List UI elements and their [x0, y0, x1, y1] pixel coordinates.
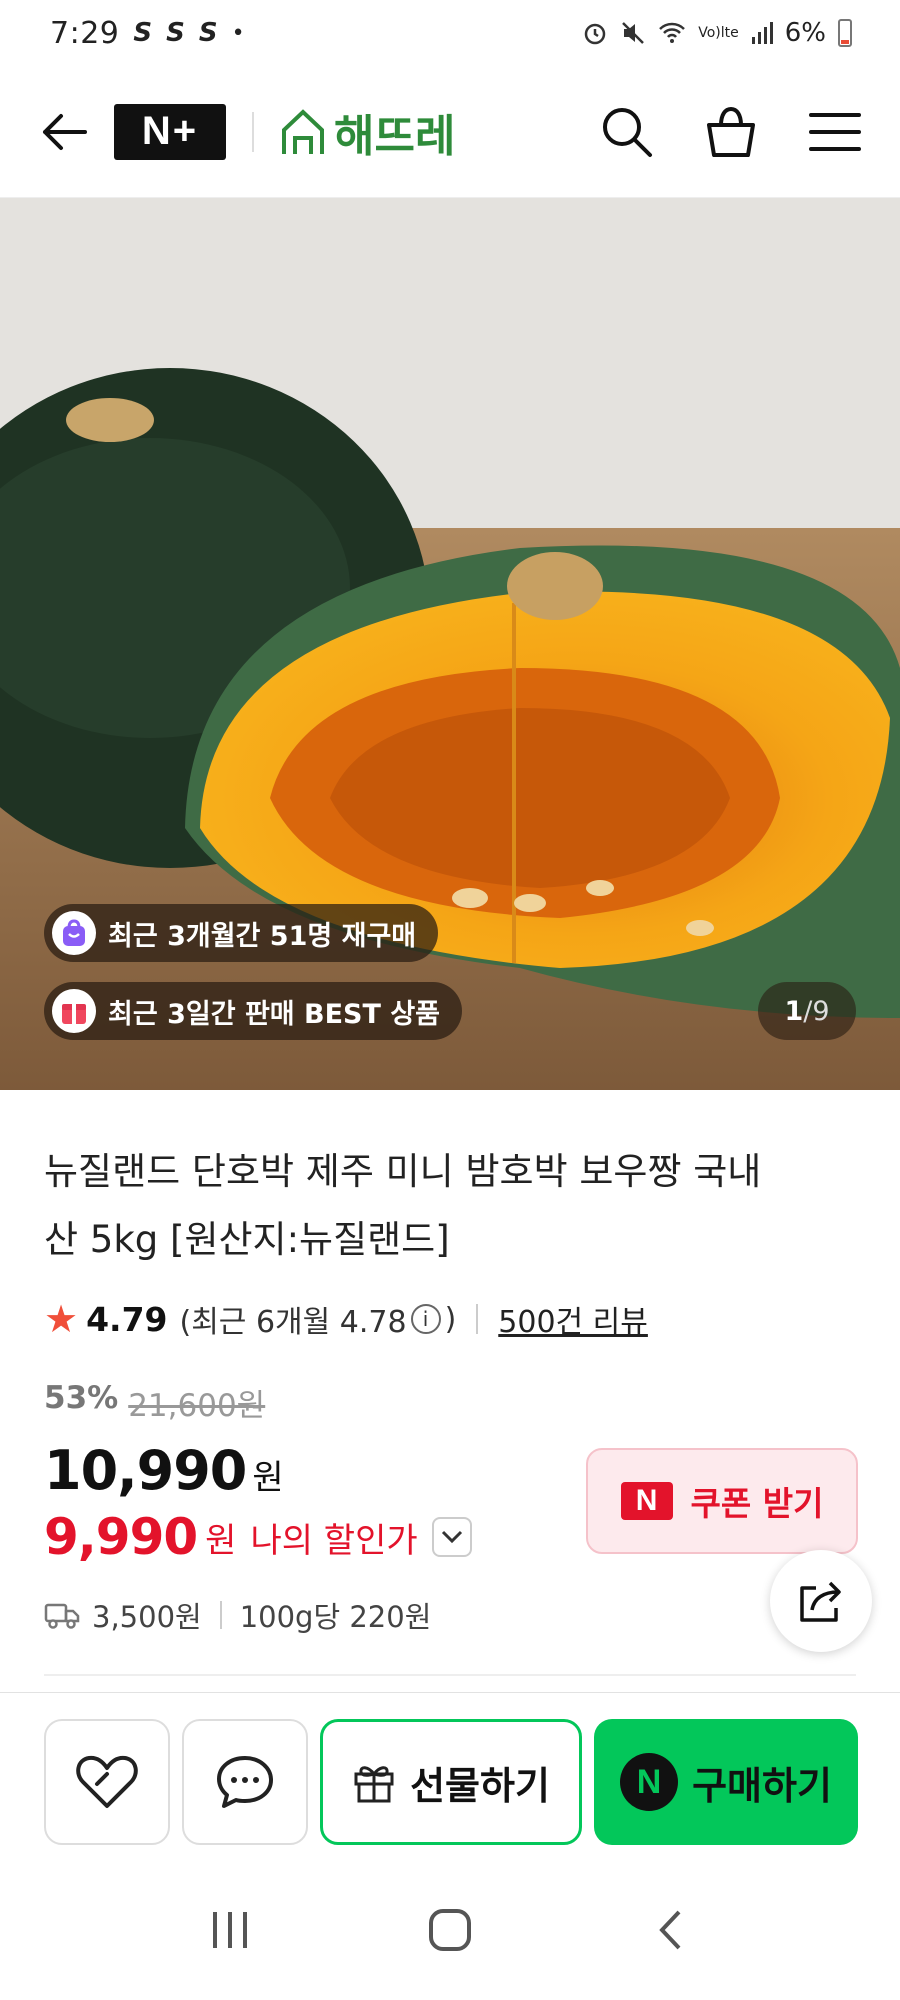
arrow-left-icon	[43, 113, 87, 150]
recent-apps-button[interactable]	[190, 1890, 270, 1970]
shopping-bag-badge-icon	[52, 911, 96, 955]
unit-price: 100g당 220원	[239, 1600, 432, 1634]
product-info: 뉴질랜드 단호박 제주 미니 밤호박 보우짱 국내산 5kg [원산지:뉴질랜드…	[0, 1090, 900, 1636]
image-counter-current: 1	[784, 995, 804, 1027]
star-icon: ★	[44, 1297, 79, 1341]
notification-icon: S	[198, 18, 218, 48]
naver-coupon-icon: N	[620, 1482, 673, 1520]
rating-score: 4.79	[86, 1299, 168, 1339]
status-time: 7:29	[50, 15, 120, 51]
wifi-icon	[659, 22, 686, 43]
get-coupon-button[interactable]: N 쿠폰 받기	[586, 1448, 858, 1554]
image-counter-total: 9	[812, 995, 830, 1027]
house-logo-icon	[282, 108, 324, 154]
gift-label: 선물하기	[410, 1763, 550, 1808]
product-image-gallery[interactable]: 최근 3개월간 51명 재구매 최근 3일간 판매 BEST 상품 1 / 9	[0, 198, 900, 1090]
battery-percent: 6%	[784, 18, 826, 48]
back-button[interactable]	[36, 104, 92, 160]
buy-label: 구매하기	[692, 1763, 832, 1808]
app-header: N+ 해뜨레	[0, 66, 900, 198]
cart-button[interactable]	[702, 103, 760, 161]
best-seller-text: 최근 3일간 판매 BEST 상품	[108, 998, 440, 1030]
recent-rating-close: )	[444, 1301, 457, 1337]
wishlist-button[interactable]	[44, 1719, 170, 1845]
shipping-divider	[219, 1601, 222, 1629]
battery-icon	[838, 19, 852, 47]
naver-plus-store-logo[interactable]: N+	[114, 103, 226, 160]
image-counter: 1 / 9	[758, 982, 856, 1040]
shipping-fee: 3,500원	[92, 1600, 202, 1634]
notification-icon: S	[166, 18, 185, 48]
system-nav-bar	[0, 1860, 900, 2000]
rating-divider	[476, 1304, 479, 1334]
repurchase-badge: 최근 3개월간 51명 재구매	[44, 904, 439, 962]
rating-row: ★ 4.79 (최근 6개월 4.78 i ) 500건 리뷰	[44, 1294, 856, 1344]
best-seller-badge: 최근 3일간 판매 BEST 상품	[44, 982, 462, 1040]
recent-apps-icon	[213, 1912, 247, 1948]
heart-outline-icon	[76, 1755, 138, 1808]
more-notifications-dot: •	[231, 20, 245, 46]
share-button[interactable]	[770, 1550, 872, 1652]
mute-icon	[622, 22, 645, 44]
gift-icon	[354, 1766, 394, 1803]
home-button[interactable]	[410, 1890, 490, 1970]
chevron-left-icon	[659, 1910, 681, 1950]
info-icon[interactable]: i	[410, 1304, 441, 1334]
my-price-expand-button[interactable]	[431, 1517, 472, 1557]
gift-box-badge-icon	[52, 989, 96, 1033]
original-price: 21,600원	[128, 1388, 266, 1424]
alarm-icon	[584, 23, 606, 45]
sale-price: 10,990	[44, 1439, 247, 1502]
notification-icon: S	[133, 18, 153, 48]
section-divider	[44, 1674, 856, 1676]
my-discount-price: 9,990	[44, 1508, 198, 1566]
naver-pay-icon: N	[620, 1753, 679, 1811]
review-count-link[interactable]: 500건 리뷰	[498, 1297, 648, 1341]
discount-row: 53% 21,600원	[44, 1380, 856, 1425]
hamburger-menu-icon	[809, 112, 861, 151]
network-type-label: Vo)lte	[698, 25, 739, 41]
system-back-button[interactable]	[630, 1890, 710, 1970]
image-counter-separator: /	[803, 995, 813, 1027]
my-price-label: 나의 할인가	[250, 1520, 418, 1561]
header-divider	[252, 111, 254, 152]
product-title: 뉴질랜드 단호박 제주 미니 밤호박 보우짱 국내산 5kg [원산지:뉴질랜드…	[44, 1150, 762, 1261]
share-icon	[800, 1581, 841, 1622]
my-price-unit: 원	[205, 1520, 237, 1561]
delivery-truck-icon	[44, 1603, 80, 1629]
home-square-icon	[429, 1909, 471, 1951]
recent-rating-text: (최근 6개월 4.78	[179, 1305, 407, 1340]
chevron-down-icon	[441, 1530, 462, 1544]
shipping-row: 3,500원 100g당 220원	[44, 1594, 856, 1636]
discount-percent: 53%	[44, 1380, 119, 1416]
repurchase-text: 최근 3개월간 51명 재구매	[108, 920, 417, 952]
brand-logo[interactable]: 해뜨레	[280, 100, 455, 164]
shopping-basket-icon	[707, 106, 755, 157]
chat-bubble-icon	[217, 1756, 273, 1808]
brand-name: 해뜨레	[334, 110, 456, 162]
search-button[interactable]	[598, 103, 656, 161]
talk-talk-inquiry-button[interactable]	[182, 1719, 308, 1845]
coupon-label: 쿠폰 받기	[690, 1484, 824, 1523]
gift-button[interactable]: 선물하기	[320, 1719, 582, 1845]
signal-icon	[751, 22, 773, 44]
buy-now-button[interactable]: N 구매하기	[594, 1719, 858, 1845]
sale-price-unit: 원	[252, 1458, 284, 1498]
purchase-action-bar: 선물하기 N 구매하기	[0, 1692, 900, 1860]
search-icon	[603, 107, 652, 157]
status-bar: 7:29 S S S • Vo)lte 6%	[0, 0, 900, 66]
menu-button[interactable]	[806, 103, 864, 161]
